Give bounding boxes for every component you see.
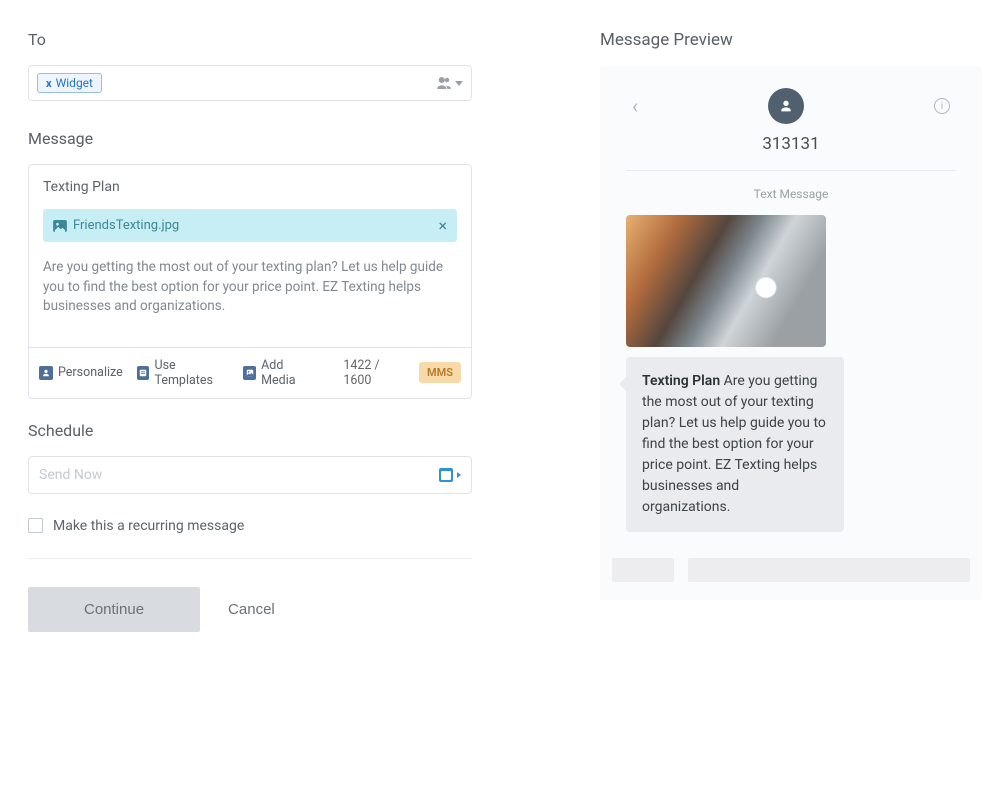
message-body-text[interactable]: Are you getting the most out of your tex… bbox=[43, 258, 457, 317]
schedule-input[interactable]: Send Now bbox=[28, 456, 472, 494]
image-icon bbox=[53, 220, 67, 232]
divider bbox=[28, 558, 472, 559]
use-templates-button[interactable]: Use Templates bbox=[137, 358, 230, 388]
recipient-tag-label: Widget bbox=[56, 76, 93, 90]
message-editor: Texting Plan FriendsTexting.jpg × Are yo… bbox=[28, 164, 472, 399]
people-icon bbox=[435, 76, 453, 90]
remove-tag-icon[interactable]: x bbox=[46, 77, 52, 90]
chevron-right-icon bbox=[457, 472, 461, 478]
avatar bbox=[768, 88, 804, 124]
to-label: To bbox=[28, 30, 472, 49]
preview-message-bubble: Texting Plan Are you getting the most ou… bbox=[626, 357, 844, 532]
recurring-option[interactable]: Make this a recurring message bbox=[28, 518, 472, 534]
message-subject[interactable]: Texting Plan bbox=[43, 179, 457, 195]
preview-phone-number: 313131 bbox=[610, 134, 972, 154]
preview-pane: Message Preview ‹ i 313131 Text Message … bbox=[500, 0, 1000, 789]
preview-divider bbox=[626, 170, 956, 171]
placeholder-small bbox=[612, 558, 674, 582]
media-icon bbox=[243, 366, 256, 380]
schedule-label: Schedule bbox=[28, 421, 472, 440]
cancel-button[interactable]: Cancel bbox=[228, 601, 275, 618]
remove-attachment-button[interactable]: × bbox=[438, 216, 447, 235]
message-type-badge: MMS bbox=[419, 362, 461, 383]
recipient-tag[interactable]: x Widget bbox=[37, 73, 102, 93]
recipients-input[interactable]: x Widget bbox=[28, 65, 472, 101]
back-icon: ‹ bbox=[632, 94, 638, 118]
recurring-checkbox[interactable] bbox=[28, 518, 43, 533]
chevron-down-icon bbox=[455, 81, 463, 86]
personalize-label: Personalize bbox=[58, 365, 123, 380]
preview-title: Message Preview bbox=[600, 30, 982, 50]
preview-bubble-subject: Texting Plan bbox=[642, 373, 720, 389]
preview-subheading: Text Message bbox=[610, 187, 972, 201]
add-media-button[interactable]: Add Media bbox=[243, 358, 315, 388]
character-count: 1422 / 1600 bbox=[343, 358, 405, 388]
templates-icon bbox=[137, 366, 150, 380]
preview-bubble-body-text: Are you getting the most out of your tex… bbox=[642, 373, 826, 515]
preview-footer-placeholders bbox=[610, 558, 972, 582]
add-contacts-button[interactable] bbox=[435, 76, 463, 90]
continue-button[interactable]: Continue bbox=[28, 587, 200, 632]
editor-toolbar: Personalize Use Templates Add Media 1422… bbox=[29, 347, 471, 398]
templates-label: Use Templates bbox=[154, 358, 229, 388]
phone-preview: ‹ i 313131 Text Message Texting Plan Are… bbox=[600, 66, 982, 600]
calendar-icon bbox=[439, 468, 453, 482]
personalize-icon bbox=[39, 366, 53, 380]
personalize-button[interactable]: Personalize bbox=[39, 365, 123, 380]
attachment-name: FriendsTexting.jpg bbox=[73, 218, 179, 233]
attachment-chip: FriendsTexting.jpg × bbox=[43, 209, 457, 242]
placeholder-large bbox=[688, 558, 970, 582]
person-icon bbox=[778, 98, 794, 114]
preview-attachment-image bbox=[626, 215, 826, 347]
compose-pane: To x Widget Message Texting Plan Friends… bbox=[0, 0, 500, 789]
schedule-placeholder: Send Now bbox=[39, 467, 102, 483]
media-label: Add Media bbox=[261, 358, 315, 388]
info-icon: i bbox=[934, 98, 950, 114]
recurring-label: Make this a recurring message bbox=[53, 518, 244, 534]
message-label: Message bbox=[28, 129, 472, 148]
